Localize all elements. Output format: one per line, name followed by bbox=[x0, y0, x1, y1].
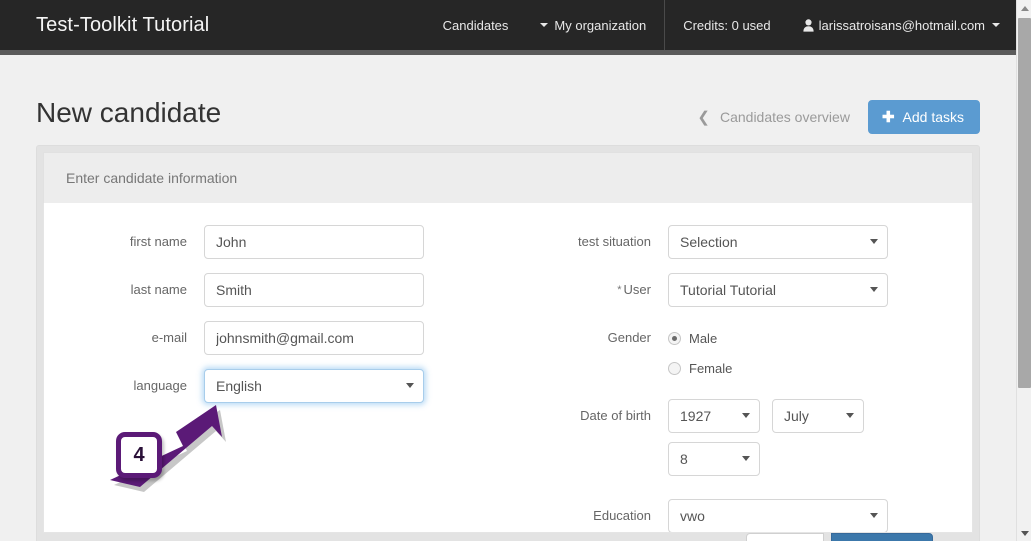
save-button[interactable] bbox=[831, 533, 933, 541]
top-navbar: Test-Toolkit Tutorial Candidates My orga… bbox=[0, 0, 1016, 50]
education-select-wrapper: vwo bbox=[668, 499, 888, 532]
dob-month-select-wrapper: July bbox=[772, 399, 864, 433]
dob-day-select[interactable]: 8 bbox=[668, 442, 760, 476]
navbar-right-group: Candidates My organization Credits: 0 us… bbox=[427, 0, 1016, 50]
form-column-left: first name last name e-m bbox=[44, 225, 508, 532]
email-label: e-mail bbox=[151, 330, 187, 345]
dob-year-select-wrapper: 1927 bbox=[668, 399, 760, 433]
scroll-down-button[interactable] bbox=[1017, 525, 1031, 541]
radio-male-label: Male bbox=[689, 330, 718, 346]
test-situation-select-wrapper: Selection bbox=[668, 225, 888, 259]
candidates-overview-link[interactable]: ❮ Candidates overview bbox=[697, 109, 850, 125]
user-select-wrapper: Tutorial Tutorial bbox=[668, 273, 888, 307]
scroll-down-arrow-icon bbox=[1020, 530, 1029, 536]
panel-heading: Enter candidate information bbox=[43, 152, 973, 203]
nav-item-my-organization-label: My organization bbox=[554, 17, 647, 33]
language-select-wrapper: English bbox=[204, 369, 424, 403]
field-test-situation: test situation Selection bbox=[508, 225, 972, 259]
date-of-birth-label: Date of birth bbox=[580, 408, 651, 423]
form-columns: first name last name e-m bbox=[44, 225, 972, 532]
gender-label: Gender bbox=[607, 330, 651, 345]
caret-down-icon bbox=[992, 23, 1000, 27]
add-tasks-button[interactable]: ✚ Add tasks bbox=[867, 100, 980, 134]
chevron-left-icon: ❮ bbox=[697, 108, 710, 126]
brand-title: Test-Toolkit Tutorial bbox=[36, 13, 210, 36]
language-select[interactable]: English bbox=[204, 369, 424, 403]
dob-month-select[interactable]: July bbox=[772, 399, 864, 433]
dob-first-line: 1927 July bbox=[668, 399, 972, 433]
gender-option-female[interactable]: Female bbox=[668, 355, 972, 381]
field-email: e-mail bbox=[44, 321, 508, 355]
field-education: Education vwo bbox=[508, 499, 972, 532]
user-label: * User bbox=[508, 273, 668, 299]
user-select[interactable]: Tutorial Tutorial bbox=[668, 273, 888, 307]
page-header: New candidate ❮ Candidates overview ✚ Ad… bbox=[36, 55, 980, 145]
page-title: New candidate bbox=[36, 97, 222, 128]
candidate-form-panel: Enter candidate information first name l… bbox=[36, 145, 980, 541]
field-first-name: first name bbox=[44, 225, 508, 259]
nav-user-email: larissatroisans@hotmail.com bbox=[818, 17, 985, 33]
nav-item-my-organization[interactable]: My organization bbox=[524, 0, 662, 50]
radio-male[interactable] bbox=[668, 331, 681, 345]
scroll-up-button[interactable] bbox=[1017, 0, 1031, 16]
education-label: Education bbox=[593, 508, 651, 523]
gender-option-male[interactable]: Male bbox=[668, 325, 972, 351]
nav-user-menu[interactable]: larissatroisans@hotmail.com bbox=[787, 0, 1016, 50]
add-tasks-label: Add tasks bbox=[902, 109, 964, 125]
dob-second-line: 8 bbox=[668, 442, 972, 476]
nav-item-candidates[interactable]: Candidates bbox=[427, 0, 525, 50]
email-input[interactable] bbox=[204, 321, 424, 355]
user-icon bbox=[803, 18, 814, 32]
page-root: Test-Toolkit Tutorial Candidates My orga… bbox=[0, 0, 1031, 541]
radio-female-label: Female bbox=[689, 360, 733, 376]
test-situation-select[interactable]: Selection bbox=[668, 225, 888, 259]
dob-day-select-wrapper: 8 bbox=[668, 442, 760, 476]
last-name-label: last name bbox=[130, 282, 187, 297]
cancel-button[interactable] bbox=[746, 533, 824, 541]
scrollbar-thumb[interactable] bbox=[1018, 18, 1031, 388]
caret-down-icon bbox=[540, 23, 549, 27]
plus-icon: ✚ bbox=[881, 108, 895, 126]
navbar-divider bbox=[664, 0, 666, 50]
panel-body: first name last name e-m bbox=[43, 203, 973, 533]
nav-item-candidates-label: Candidates bbox=[442, 17, 509, 33]
field-user: * User Tutorial Tutorial bbox=[508, 273, 972, 307]
language-label: language bbox=[133, 378, 188, 393]
user-label-text: User bbox=[623, 282, 651, 297]
field-date-of-birth: Date of birth 1927 July 8 bbox=[508, 399, 972, 485]
form-column-right: test situation Selection * User Tutorial… bbox=[508, 225, 972, 532]
field-gender: Gender Male Female bbox=[508, 321, 972, 385]
scroll-up-arrow-icon bbox=[1020, 5, 1029, 11]
required-asterisk-icon: * bbox=[617, 284, 622, 296]
education-select[interactable]: vwo bbox=[668, 499, 888, 532]
main-content: New candidate ❮ Candidates overview ✚ Ad… bbox=[0, 55, 1016, 541]
first-name-input[interactable] bbox=[204, 225, 424, 259]
vertical-scrollbar[interactable] bbox=[1016, 0, 1031, 541]
dob-year-select[interactable]: 1927 bbox=[668, 399, 760, 433]
candidates-overview-label: Candidates overview bbox=[719, 109, 850, 125]
field-language: language English bbox=[44, 369, 508, 403]
test-situation-label: test situation bbox=[578, 234, 651, 249]
first-name-label: first name bbox=[129, 234, 187, 249]
nav-credits-label: Credits: 0 used bbox=[683, 17, 771, 33]
page-header-actions: ❮ Candidates overview ✚ Add tasks bbox=[697, 100, 980, 134]
last-name-input[interactable] bbox=[204, 273, 424, 307]
form-footer-buttons bbox=[746, 533, 933, 541]
field-last-name: last name bbox=[44, 273, 508, 307]
nav-credits[interactable]: Credits: 0 used bbox=[667, 0, 786, 50]
radio-female[interactable] bbox=[668, 361, 681, 375]
